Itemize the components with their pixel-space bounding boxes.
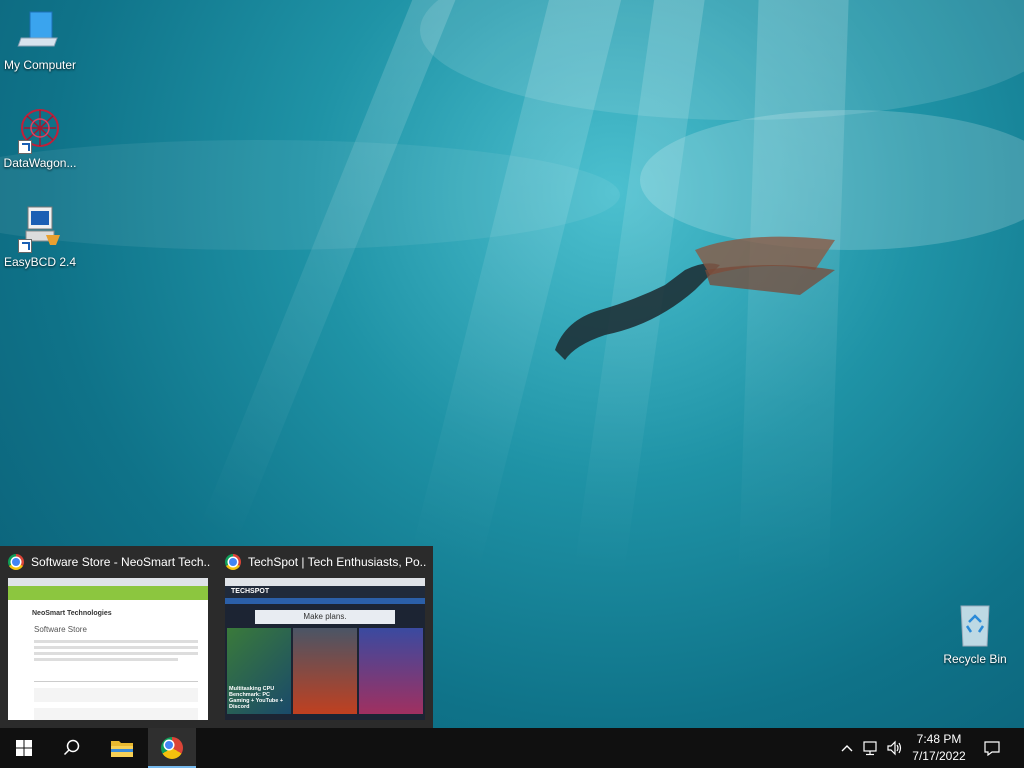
preview-heading: TECHSPOT — [225, 586, 425, 598]
clock-time: 7:48 PM — [916, 732, 962, 746]
preview-heading: NeoSmart Technologies — [32, 610, 112, 617]
desktop-icon-easybcd[interactable]: EasyBCD 2.4 — [0, 205, 80, 269]
preview-section: Software Store — [34, 625, 87, 634]
computer-icon — [16, 8, 64, 56]
easybcd-icon — [16, 205, 64, 253]
chrome-icon — [225, 554, 241, 570]
start-button[interactable] — [0, 728, 48, 768]
desktop-icon-my-computer[interactable]: My Computer — [0, 8, 80, 72]
thumbnail-neosmart[interactable]: Software Store - NeoSmart Tech... NeoSma… — [0, 546, 216, 728]
desktop-icon-label: EasyBCD 2.4 — [3, 255, 77, 269]
preview-banner: Make plans. — [255, 610, 395, 624]
network-icon — [863, 741, 877, 756]
thumbnail-title: TechSpot | Tech Enthusiasts, Po... — [248, 555, 427, 569]
desktop-icon-label: Recycle Bin — [943, 652, 1007, 666]
windows-start-icon — [16, 740, 32, 756]
system-clock[interactable]: 7:48 PM 7/17/2022 — [900, 728, 978, 768]
thumbnail-preview: TECHSPOT Make plans. Multitasking CPU Be… — [225, 578, 425, 720]
diver-figure — [555, 236, 835, 360]
search-button[interactable] — [48, 728, 96, 768]
shortcut-arrow-icon — [18, 140, 32, 154]
network-button[interactable] — [858, 728, 884, 768]
preview-caption: Multitasking CPU Benchmark: PC Gaming + … — [229, 686, 284, 710]
thumbnail-preview: NeoSmart Technologies Software Store — [8, 578, 208, 720]
taskbar-thumbnail-panel: Software Store - NeoSmart Tech... NeoSma… — [0, 546, 433, 728]
thumbnail-techspot[interactable]: TechSpot | Tech Enthusiasts, Po... TECHS… — [217, 546, 433, 728]
file-explorer-icon — [111, 741, 133, 757]
taskbar: 7:48 PM 7/17/2022 — [0, 728, 1024, 768]
desktop-icon-datawagon[interactable]: DataWagon... — [0, 106, 80, 170]
taskbar-file-explorer[interactable] — [98, 728, 146, 768]
chevron-up-icon — [841, 745, 853, 752]
action-center-icon — [984, 741, 1000, 756]
taskbar-chrome[interactable] — [148, 728, 196, 768]
show-hidden-icons-button[interactable] — [836, 728, 858, 768]
chrome-icon — [8, 554, 24, 570]
desktop-icon-recycle-bin[interactable]: Recycle Bin — [935, 602, 1015, 666]
search-icon — [63, 739, 80, 756]
clock-date: 7/17/2022 — [912, 749, 966, 763]
thumbnail-title: Software Store - NeoSmart Tech... — [31, 555, 210, 569]
chrome-icon — [161, 737, 183, 759]
datawagon-icon — [16, 106, 64, 154]
action-center-button[interactable] — [978, 728, 1006, 768]
desktop-icon-label: My Computer — [3, 58, 77, 72]
desktop-icon-label: DataWagon... — [3, 156, 77, 170]
shortcut-arrow-icon — [18, 239, 32, 253]
recycle-bin-icon — [951, 602, 999, 650]
